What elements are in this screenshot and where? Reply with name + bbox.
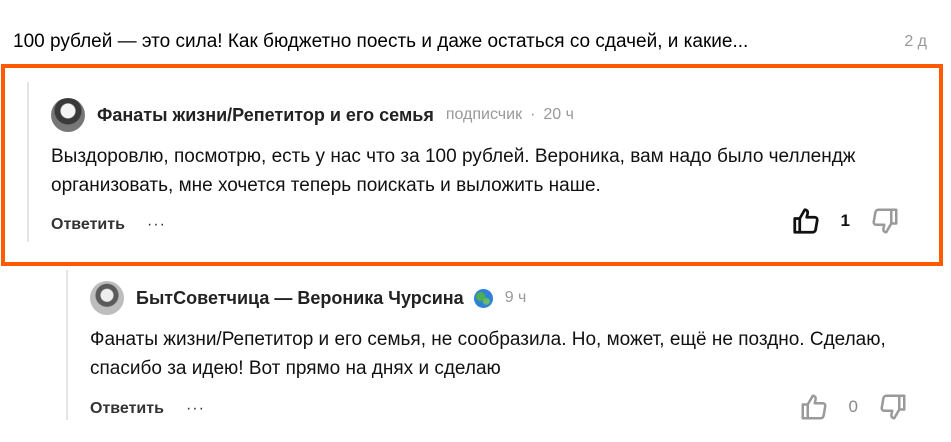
reply-button[interactable]: Ответить <box>90 400 164 418</box>
like-count: 0 <box>848 397 858 416</box>
globe-icon <box>473 288 493 308</box>
more-options-icon[interactable]: ··· <box>186 400 205 418</box>
comment-actions: Ответить ··· <box>90 400 205 418</box>
comment-header: Фанаты жизни/Репетитор и его семья подпи… <box>51 98 574 132</box>
comment-text: Выздоровлю, посмотрю, есть у нас что за … <box>51 146 856 196</box>
comment-actions: Ответить ··· <box>51 216 166 234</box>
comment-time: 20 ч <box>543 106 574 123</box>
parent-post-row[interactable]: 100 рублей — это сила! Как бюджетно поес… <box>13 31 933 53</box>
thread-line <box>66 270 68 420</box>
author-name[interactable]: БытСоветчица — Вероника Чурсина <box>136 288 464 309</box>
comment-header: БытСоветчица — Вероника Чурсина 9 ч <box>90 281 526 315</box>
comment-time: 9 ч <box>504 289 527 306</box>
vote-controls: 0 <box>799 392 908 422</box>
thumbs-up-icon[interactable] <box>799 392 829 422</box>
parent-post-age: 2 д <box>904 33 927 50</box>
more-options-icon[interactable]: ··· <box>147 216 166 234</box>
avatar[interactable] <box>51 98 85 132</box>
thread-line <box>27 82 29 242</box>
avatar[interactable] <box>90 281 124 315</box>
separator-dot: · <box>530 106 536 123</box>
parent-post-title[interactable]: 100 рублей — это сила! Как бюджетно поес… <box>13 31 748 53</box>
like-count: 1 <box>840 211 850 230</box>
thumbs-up-icon[interactable] <box>791 206 821 236</box>
comment-text: Фанаты жизни/Репетитор и его семья, не с… <box>90 329 886 379</box>
thumbs-down-icon[interactable] <box>878 392 908 422</box>
thumbs-down-icon[interactable] <box>870 206 900 236</box>
author-role: подписчик <box>445 106 523 123</box>
reply-button[interactable]: Ответить <box>51 216 125 234</box>
vote-controls: 1 <box>791 206 900 236</box>
author-name[interactable]: Фанаты жизни/Репетитор и его семья <box>97 105 434 126</box>
